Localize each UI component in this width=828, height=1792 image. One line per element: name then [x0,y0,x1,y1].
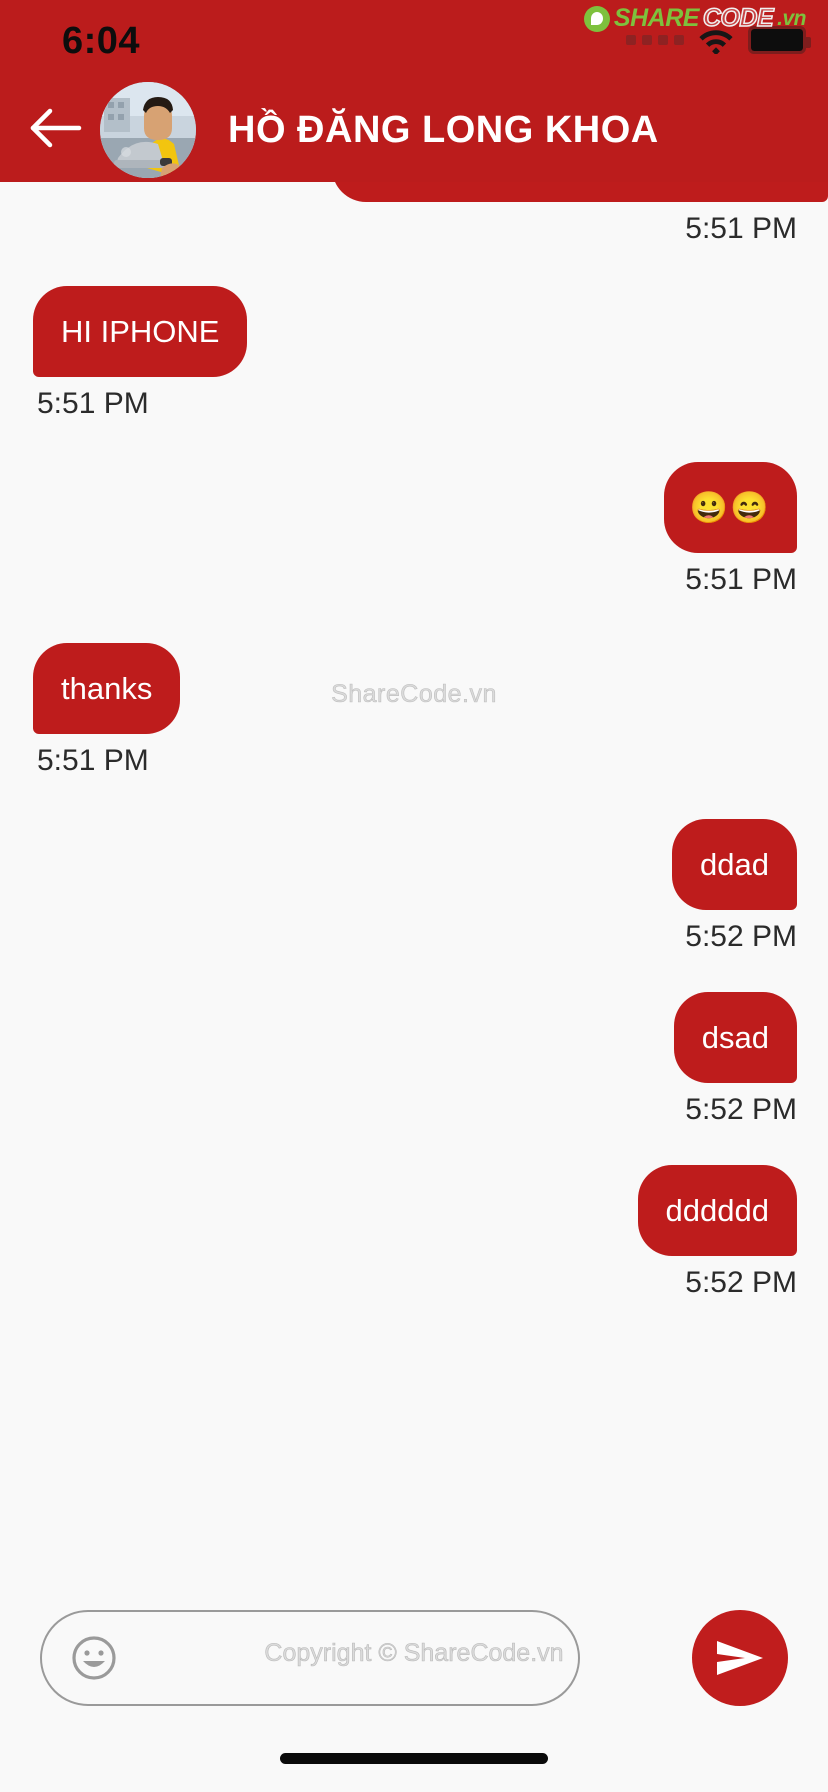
back-arrow-icon [30,106,82,155]
message-row: dddddd 5:52 PM [0,1165,828,1300]
message-bubble[interactable]: HI IPHONE [33,286,248,377]
message-row: ddad 5:52 PM [0,819,828,954]
message-bubble-clipped[interactable] [332,182,828,202]
message-bubble[interactable]: thanks [33,643,181,734]
message-row: 😀😄 5:51 PM [0,462,828,597]
message-row: HI IPHONE 5:51 PM [0,286,828,421]
message-bubble[interactable]: dsad [673,992,797,1083]
home-indicator[interactable] [280,1753,548,1764]
contact-avatar[interactable] [100,82,196,178]
status-bar-clock: 6:04 [62,20,141,62]
message-timestamp: 5:52 PM [685,1093,797,1126]
emoji-smiley-icon[interactable] [70,1634,118,1682]
message-list[interactable]: 5:51 PM HI IPHONE 5:51 PM 😀😄 5:51 PM Sha… [0,182,828,1522]
back-button[interactable] [14,88,98,172]
app-header: 6:04 SHARE CODE .vn HỒ ĐĂNG LONG KHOA [0,0,828,182]
signal-dots-icon [626,35,684,45]
sharecode-watermark-logo: SHARE CODE .vn [583,3,806,33]
message-timestamp: 5:51 PM [685,563,797,596]
logo-text-share: SHARE [613,4,700,32]
navigation-bar: HỒ ĐĂNG LONG KHOA [0,78,828,182]
chat-screen: 6:04 SHARE CODE .vn HỒ ĐĂNG LONG KHOA 5:… [0,0,828,1792]
logo-text-vn: .vn [777,6,806,30]
message-timestamp: 5:52 PM [685,920,797,953]
status-bar: 6:04 SHARE CODE .vn [0,0,828,78]
send-icon [713,1635,767,1681]
logo-text-code: CODE [702,3,774,33]
message-timestamp: 5:51 PM [685,212,797,245]
message-row: thanks 5:51 PM [0,643,828,778]
message-input-bar: Copyright © ShareCode.vn [0,1522,828,1792]
message-timestamp: 5:51 PM [37,744,149,777]
sharecode-logo-icon [583,5,610,32]
message-bubble[interactable]: 😀😄 [663,462,797,553]
send-button[interactable] [692,1610,788,1706]
message-bubble[interactable]: ddad [672,819,797,910]
page-title: HỒ ĐĂNG LONG KHOA [228,108,659,151]
message-bubble[interactable]: dddddd [637,1165,797,1256]
message-timestamp: 5:51 PM [37,387,149,420]
message-row: dsad 5:52 PM [0,992,828,1127]
message-input-field[interactable] [40,1610,580,1706]
message-timestamp: 5:52 PM [685,1266,797,1299]
